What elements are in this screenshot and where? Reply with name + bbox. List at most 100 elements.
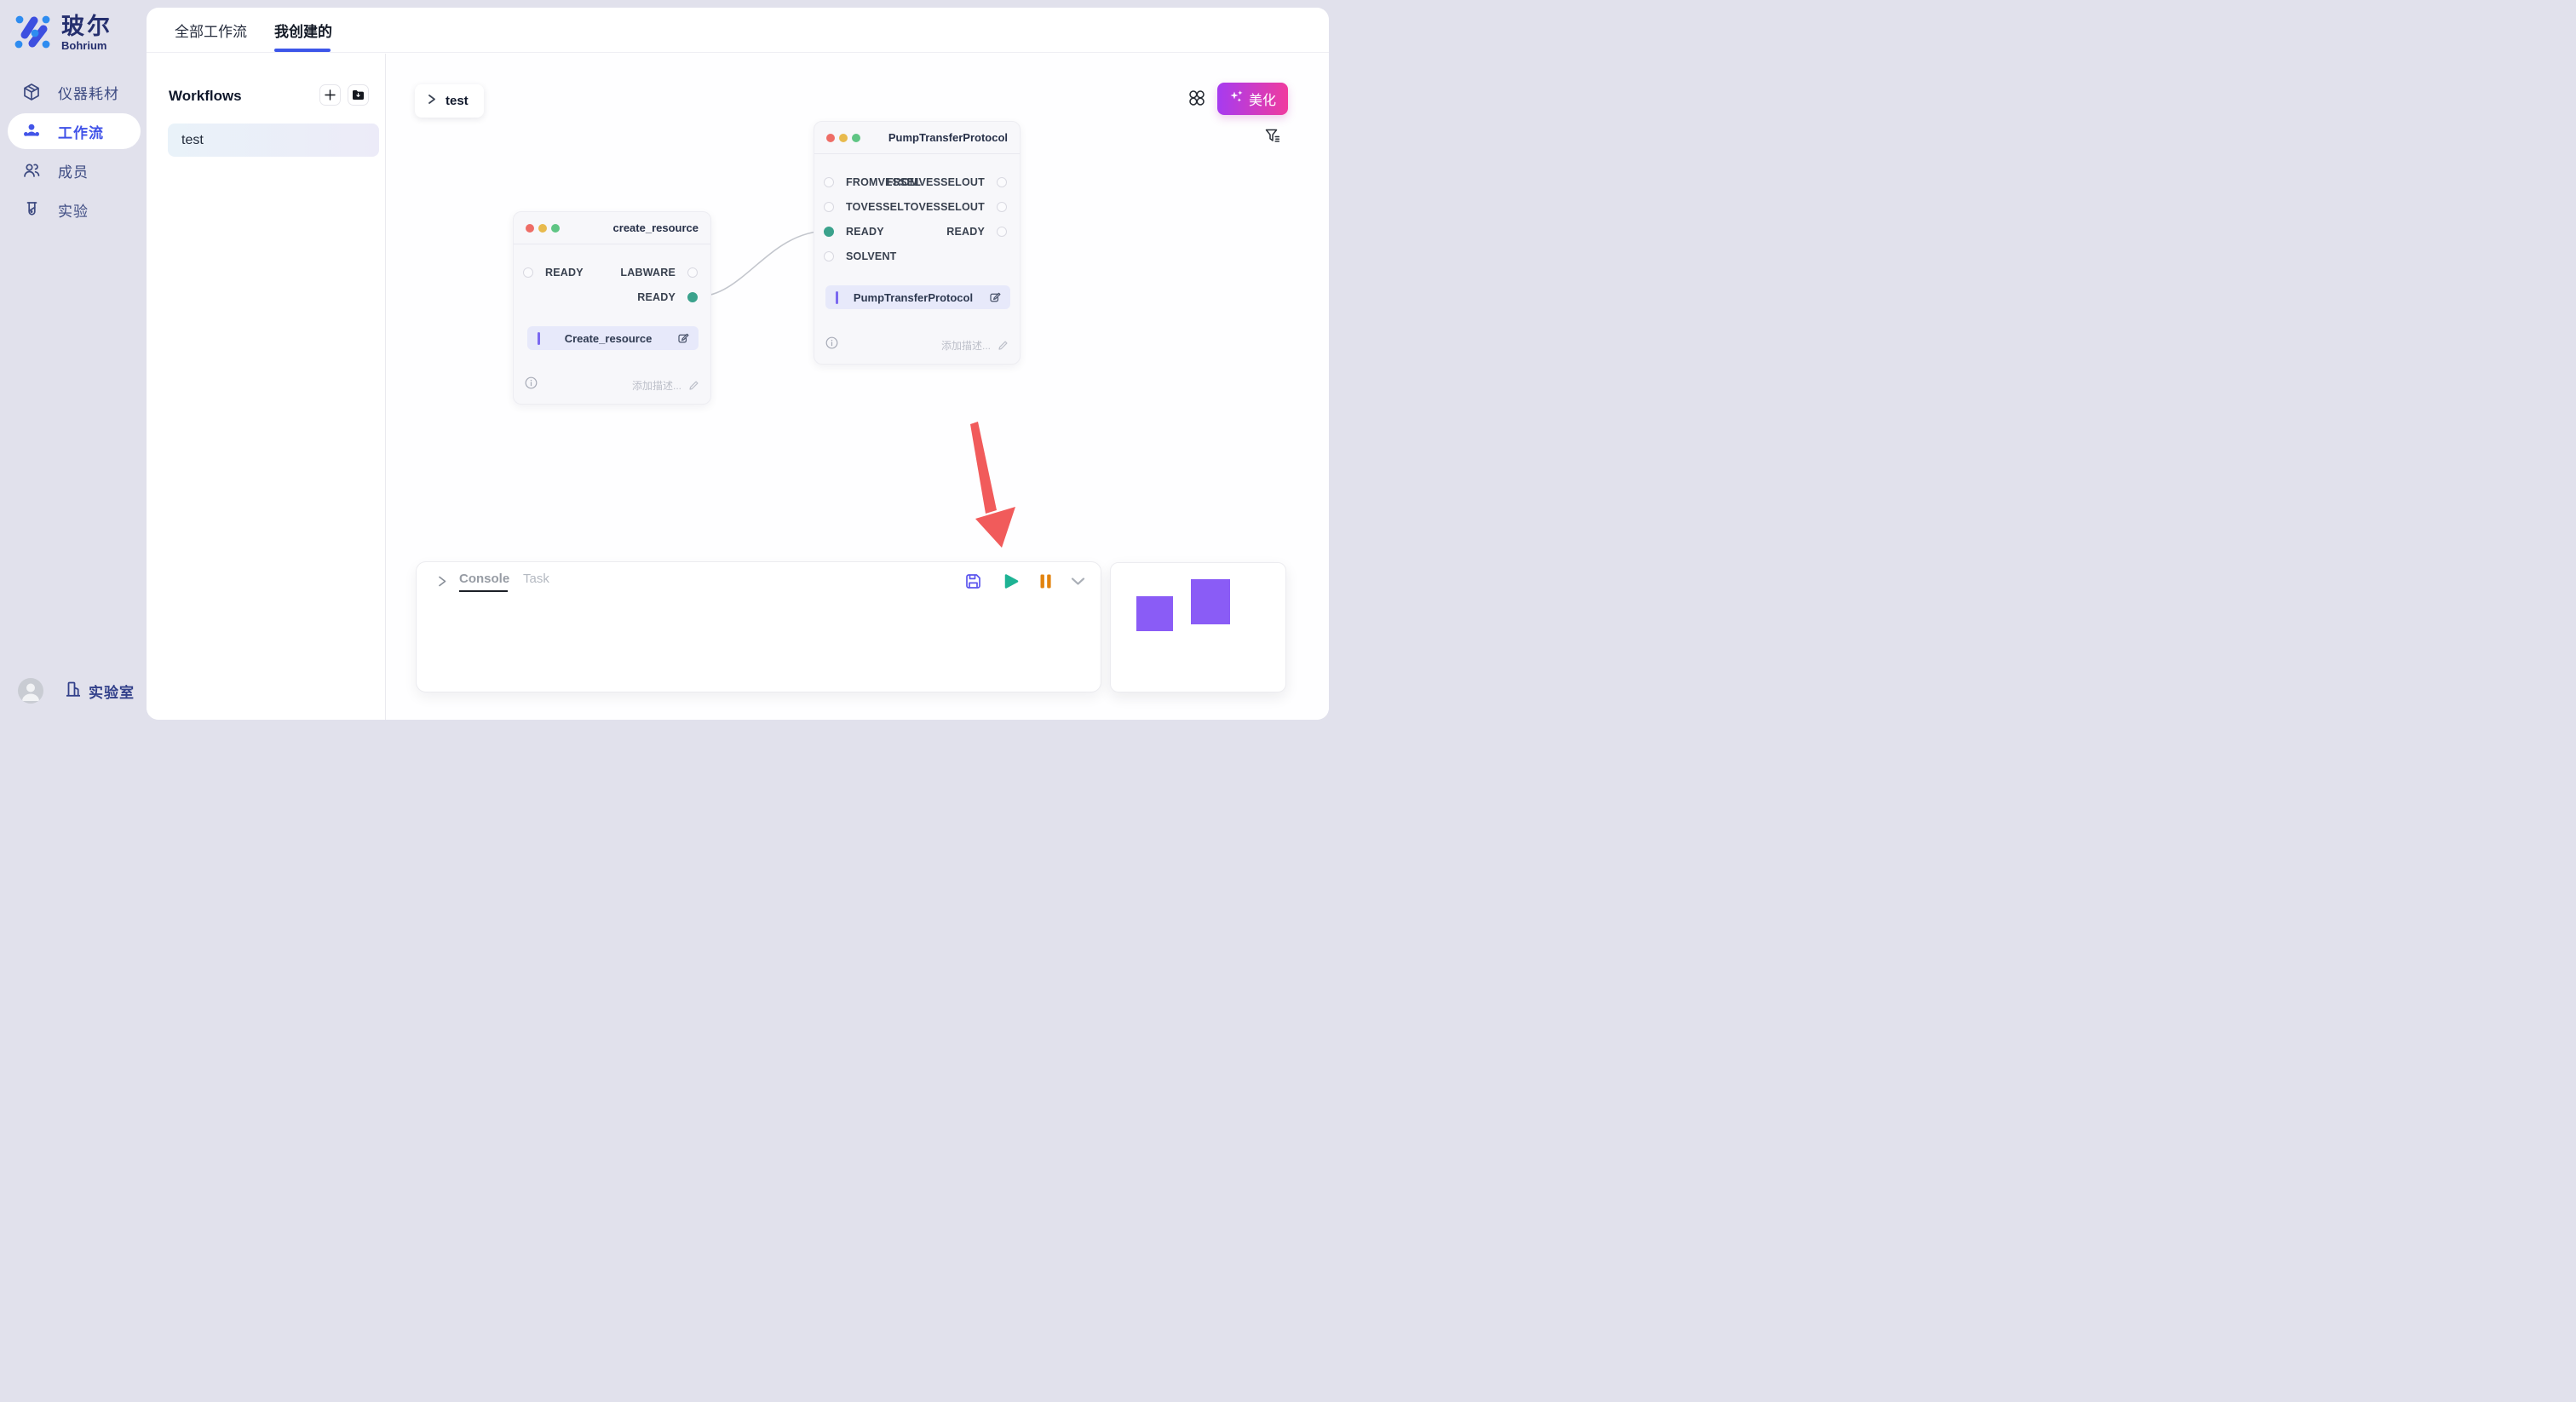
workspace-switcher[interactable]: 实验室	[64, 680, 135, 703]
sidebar-item-label: 实验	[58, 199, 89, 221]
description-placeholder[interactable]: 添加描述...	[632, 378, 681, 393]
breadcrumb-chip[interactable]: test	[415, 84, 484, 118]
layout-grid-icon[interactable]	[1187, 89, 1206, 107]
pencil-icon[interactable]	[998, 340, 1009, 351]
bohrium-logo-icon	[14, 13, 50, 49]
info-icon[interactable]	[525, 376, 538, 394]
tab-my-created[interactable]: 我创建的	[274, 8, 332, 53]
node-action-button[interactable]: Create_resource	[527, 326, 699, 350]
port-circle[interactable]	[997, 202, 1007, 212]
port-circle[interactable]	[824, 251, 834, 261]
brand-name-en: Bohrium	[61, 40, 112, 52]
port-in-ready[interactable]: READY	[824, 221, 884, 242]
add-workflow-button[interactable]	[319, 84, 341, 106]
active-tab-underline	[274, 49, 331, 52]
traffic-dots-icon	[826, 134, 865, 142]
workspace-label: 实验室	[89, 681, 135, 702]
port-label: LABWARE	[620, 267, 676, 279]
sidebar-item-instruments[interactable]: 仪器耗材	[8, 74, 141, 110]
beautify-label: 美化	[1249, 89, 1276, 109]
port-label: READY	[637, 291, 676, 303]
chevron-down-icon[interactable]	[1069, 572, 1088, 591]
port-row: TOVESSEL TOVESSELOUT	[814, 197, 1020, 217]
tab-console[interactable]: Console	[459, 572, 509, 586]
port-out-tovesselout[interactable]: TOVESSELOUT	[904, 197, 1007, 217]
test-tube-icon	[21, 199, 42, 220]
filter-funnel-icon[interactable]	[1264, 128, 1281, 145]
info-icon[interactable]	[825, 336, 838, 353]
node-create-resource[interactable]: create_resource READY LABWARE READY	[513, 211, 711, 405]
chevron-right-icon	[426, 94, 437, 109]
save-icon[interactable]	[964, 572, 983, 591]
port-label: TOVESSELOUT	[904, 201, 985, 213]
brand-logo: 玻尔 Bohrium	[14, 13, 112, 52]
folder-download-icon	[352, 89, 365, 101]
beautify-button[interactable]: 美化	[1217, 83, 1288, 115]
node-header: PumpTransferProtocol	[814, 122, 1020, 154]
port-out-labware[interactable]: LABWARE	[620, 262, 698, 283]
header-tabbar: 全部工作流 我创建的	[147, 8, 1329, 53]
sidebar-item-workflow[interactable]: 工作流	[8, 113, 141, 149]
port-circle[interactable]	[997, 227, 1007, 237]
port-circle-connected[interactable]	[824, 227, 834, 237]
port-out-fromvesselout[interactable]: FROMVESSELOUT	[887, 172, 1007, 192]
tab-task[interactable]: Task	[523, 572, 549, 586]
workflow-canvas[interactable]: test 美化	[386, 54, 1329, 720]
minimap-node-pump	[1191, 579, 1230, 624]
building-icon	[64, 680, 83, 703]
sidebar-item-label: 仪器耗材	[58, 82, 119, 103]
sidebar-item-members[interactable]: 成员	[8, 152, 141, 188]
port-in-ready[interactable]: READY	[523, 262, 584, 283]
port-label: TOVESSEL	[846, 201, 904, 213]
brand-text: 玻尔 Bohrium	[61, 13, 112, 52]
main-panel: 全部工作流 我创建的 Workflows test	[147, 8, 1329, 720]
brand-name-cn: 玻尔	[61, 13, 112, 40]
node-header: create_resource	[514, 212, 710, 244]
import-folder-button[interactable]	[348, 84, 369, 106]
pause-icon[interactable]	[1037, 572, 1055, 591]
port-circle[interactable]	[997, 177, 1007, 187]
breadcrumb-label: test	[446, 94, 469, 108]
port-label: FROMVESSELOUT	[887, 176, 985, 188]
port-label: READY	[946, 226, 985, 238]
port-label: SOLVENT	[846, 250, 897, 262]
description-placeholder[interactable]: 添加描述...	[941, 338, 991, 353]
node-title: PumpTransferProtocol	[865, 131, 1008, 144]
tab-all-workflows[interactable]: 全部工作流	[175, 8, 247, 53]
edit-pen-icon[interactable]	[676, 332, 689, 345]
pencil-icon[interactable]	[688, 380, 699, 391]
port-label: READY	[545, 267, 584, 279]
port-in-tovessel[interactable]: TOVESSEL	[824, 197, 904, 217]
user-avatar[interactable]	[18, 678, 43, 704]
workflow-list-panel: Workflows test	[147, 54, 386, 720]
node-pump-transfer-protocol[interactable]: PumpTransferProtocol FROMVESSEL FROMVESS…	[814, 121, 1021, 365]
run-play-icon[interactable]	[1002, 572, 1021, 591]
users-icon	[21, 160, 42, 181]
port-circle[interactable]	[687, 267, 698, 278]
node-action-button[interactable]: PumpTransferProtocol	[825, 285, 1010, 309]
edit-pen-icon[interactable]	[988, 291, 1001, 304]
sidebar-item-experiments[interactable]: 实验	[8, 192, 141, 227]
node-action-label: PumpTransferProtocol	[838, 291, 988, 304]
port-row: READY LABWARE	[514, 262, 710, 283]
minimap[interactable]	[1110, 562, 1286, 692]
sidebar-footer: 实验室	[18, 678, 135, 704]
console-tab-underline	[459, 590, 508, 592]
port-row: SOLVENT	[814, 246, 1020, 267]
port-out-ready[interactable]: READY	[946, 221, 1007, 242]
workflow-list-item[interactable]: test	[168, 124, 379, 157]
port-circle[interactable]	[824, 177, 834, 187]
minimap-node-create	[1136, 596, 1173, 631]
node-footer: 添加描述...	[825, 336, 1009, 353]
traffic-dots-icon	[526, 224, 564, 233]
plus-icon	[325, 89, 336, 101]
node-title: create_resource	[564, 221, 699, 234]
collapse-chevron-icon[interactable]	[435, 575, 449, 589]
port-out-ready[interactable]: READY	[637, 287, 698, 307]
port-in-solvent[interactable]: SOLVENT	[824, 246, 897, 267]
sparkles-icon	[1229, 89, 1244, 108]
port-circle[interactable]	[824, 202, 834, 212]
port-circle-connected[interactable]	[687, 292, 698, 302]
port-circle[interactable]	[523, 267, 533, 278]
package-box-icon	[21, 82, 42, 102]
